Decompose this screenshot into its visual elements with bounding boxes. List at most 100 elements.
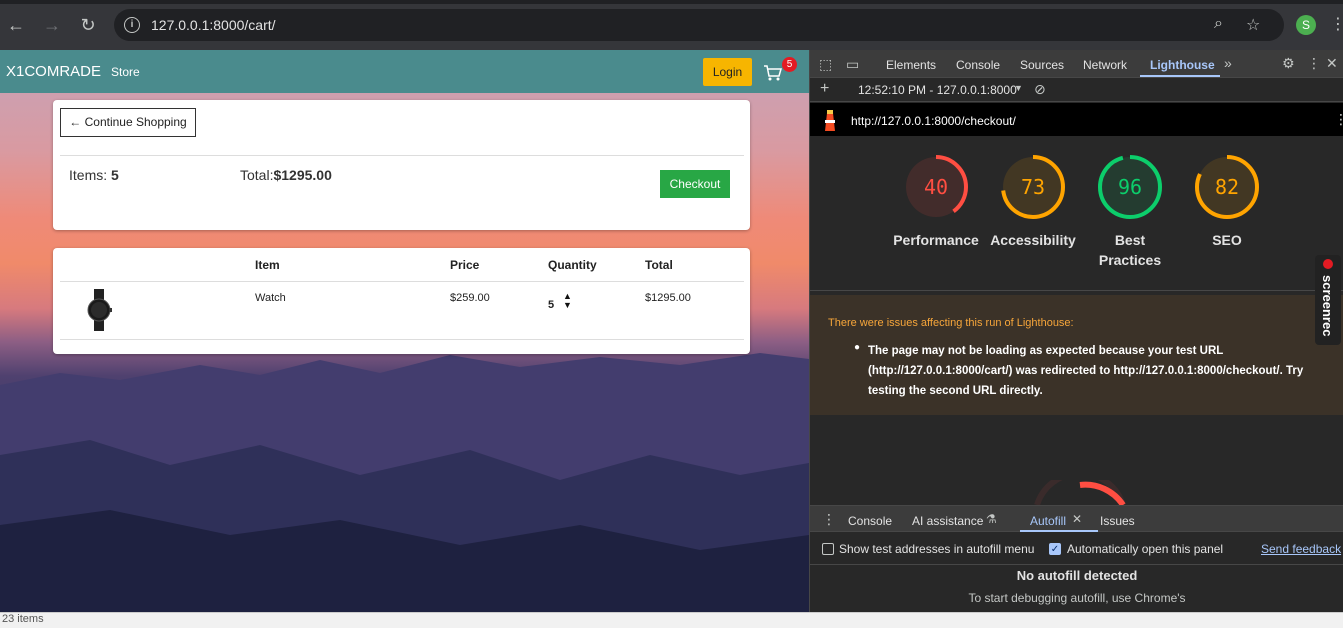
score-gauge-performance[interactable]: 40 [903, 154, 969, 220]
total-label: Total: [240, 167, 274, 183]
score-gauge-seo[interactable]: 82 [1194, 154, 1260, 220]
close-tab-icon[interactable]: ✕ [1072, 512, 1082, 526]
cart-total: Total:$1295.00 [240, 167, 332, 183]
screenrec-widget[interactable]: screenrec [1311, 255, 1341, 345]
drawer-menu-icon[interactable]: ⋮ [822, 511, 836, 528]
tab-elements[interactable]: Elements [886, 58, 936, 72]
continue-shopping-button[interactable]: ← Continue Shopping [60, 108, 196, 137]
quantity-stepper[interactable]: ▲ ▼ [563, 292, 572, 310]
show-test-addresses-label[interactable]: Show test addresses in autofill menu [839, 542, 1034, 556]
devtools-panel: ⬚ ▭ Elements Console Sources Network Lig… [809, 50, 1343, 612]
score-value: 96 [1118, 175, 1142, 199]
autofill-hint: To start debugging autofill, use Chrome'… [968, 591, 1186, 605]
back-icon[interactable]: ← [5, 14, 27, 36]
more-tabs-icon[interactable]: » [1224, 55, 1232, 71]
report-menu-icon[interactable]: ⋮ [1334, 111, 1343, 128]
device-toggle-icon[interactable]: ▭ [846, 56, 859, 73]
score-label: Performance [893, 232, 979, 248]
header-item: Item [255, 258, 280, 272]
tab-strip [0, 0, 1343, 4]
row-total: $1295.00 [645, 292, 691, 304]
row-item: Watch [255, 292, 286, 304]
forward-icon[interactable]: → [41, 14, 63, 36]
inspect-icon[interactable]: ⬚ [819, 56, 832, 73]
clear-icon[interactable]: ⊘ [1034, 81, 1046, 98]
status-bar: 23 items [0, 612, 1343, 628]
divider [60, 155, 744, 156]
row-price: $259.00 [450, 292, 490, 304]
divider [60, 281, 744, 282]
status-text: 23 items [2, 613, 44, 625]
items-count: Items: 5 [69, 167, 119, 183]
site-info-icon[interactable]: i [124, 17, 140, 33]
items-label: Items: [69, 167, 112, 183]
decrease-arrow-icon[interactable]: ▼ [563, 301, 572, 310]
divider [810, 290, 1343, 291]
address-bar[interactable]: i 127.0.0.1:8000/cart/ ⌕ ☆ [114, 9, 1284, 41]
cart-icon[interactable] [763, 64, 783, 82]
header-price: Price [450, 258, 480, 272]
score-label: Accessibility [990, 232, 1076, 248]
address-url[interactable]: 127.0.0.1:8000/cart/ [151, 17, 276, 33]
drawer-tab-autofill[interactable]: Autofill [1030, 514, 1066, 528]
score-value: 73 [1021, 175, 1045, 199]
score-gauge-best-practices[interactable]: 96 [1097, 154, 1163, 220]
bullet-icon: ● [854, 342, 861, 353]
chevron-down-icon[interactable]: ▼ [1014, 83, 1023, 93]
more-menu-icon[interactable]: ⋮ [1330, 14, 1343, 34]
tab-lighthouse[interactable]: Lighthouse [1150, 58, 1215, 72]
tab-network[interactable]: Network [1083, 58, 1127, 72]
score-value: 40 [924, 175, 948, 199]
login-button[interactable]: Login [703, 58, 752, 86]
lighthouse-logo-icon [825, 110, 835, 131]
lighthouse-toolbar: + 12:52:10 PM - 127.0.0.1:8000 ▼ ⊘ [810, 78, 1343, 102]
warning-box: There were issues affecting this run of … [810, 295, 1343, 415]
close-icon[interactable]: ✕ [1326, 55, 1338, 72]
profile-avatar[interactable]: S [1296, 15, 1316, 35]
checkout-button[interactable]: Checkout [660, 170, 730, 198]
brand-logo[interactable]: X1COMRADE [6, 63, 101, 80]
drawer-tab-console[interactable]: Console [848, 514, 892, 528]
add-report-icon[interactable]: + [820, 80, 829, 98]
cart-summary-card: ← Continue Shopping Items: 5 Total:$1295… [53, 100, 750, 230]
cart-items-card: Item Price Quantity Total Watch $259.00 … [53, 248, 750, 354]
score-label: Best Practices [1098, 232, 1162, 268]
total-value: $1295.00 [273, 167, 332, 183]
header-quantity: Quantity [548, 258, 597, 272]
report-url: http://127.0.0.1:8000/checkout/ [851, 114, 1016, 128]
reload-icon[interactable]: ↻ [77, 14, 99, 36]
no-autofill-heading: No autofill detected [1016, 568, 1138, 583]
header-total: Total [645, 258, 673, 272]
page-viewport: X1COMRADE Store Login 5 ← Continue Shopp… [0, 50, 809, 612]
browser-toolbar: ← → ↻ i 127.0.0.1:8000/cart/ ⌕ ☆ S ⋮ [0, 0, 1343, 50]
gear-icon[interactable]: ⚙ [1282, 55, 1295, 72]
items-value: 5 [111, 167, 119, 183]
store-link[interactable]: Store [111, 65, 140, 79]
bookmark-star-icon[interactable]: ☆ [1246, 15, 1260, 35]
score-gauge-accessibility[interactable]: 73 [1000, 154, 1066, 220]
score-label: SEO [1212, 232, 1242, 248]
site-navbar: X1COMRADE Store Login 5 [0, 50, 809, 93]
autofill-options: Show test addresses in autofill menu ✓ A… [810, 533, 1343, 565]
warning-text: The page may not be loading as expected … [868, 345, 1304, 397]
flask-icon: ⚗ [986, 512, 997, 526]
tab-sources[interactable]: Sources [1020, 58, 1064, 72]
send-feedback-link[interactable]: Send feedback [1261, 542, 1341, 556]
drawer-tabbar: ⋮ Console AI assistance ⚗ Autofill ✕ Iss… [810, 505, 1343, 532]
warning-title: There were issues affecting this run of … [828, 317, 1074, 329]
cart-count-badge: 5 [782, 57, 797, 72]
tab-console[interactable]: Console [956, 58, 1000, 72]
drawer-tab-issues[interactable]: Issues [1100, 514, 1135, 528]
zoom-icon[interactable]: ⌕ [1214, 15, 1223, 33]
loading-gauge-icon [1034, 480, 1126, 505]
active-tab-indicator [1140, 75, 1220, 77]
row-quantity: 5 [548, 299, 555, 311]
show-test-addresses-checkbox[interactable] [822, 543, 834, 555]
auto-open-label[interactable]: Automatically open this panel [1067, 542, 1223, 556]
report-selector[interactable]: 12:52:10 PM - 127.0.0.1:8000 [858, 83, 1017, 97]
auto-open-checkbox[interactable]: ✓ [1049, 543, 1061, 555]
screenrec-label: screenrec [1320, 275, 1335, 336]
more-options-icon[interactable]: ⋮ [1307, 55, 1321, 72]
watch-thumbnail [87, 289, 112, 331]
drawer-tab-ai-assistance[interactable]: AI assistance [912, 514, 983, 528]
